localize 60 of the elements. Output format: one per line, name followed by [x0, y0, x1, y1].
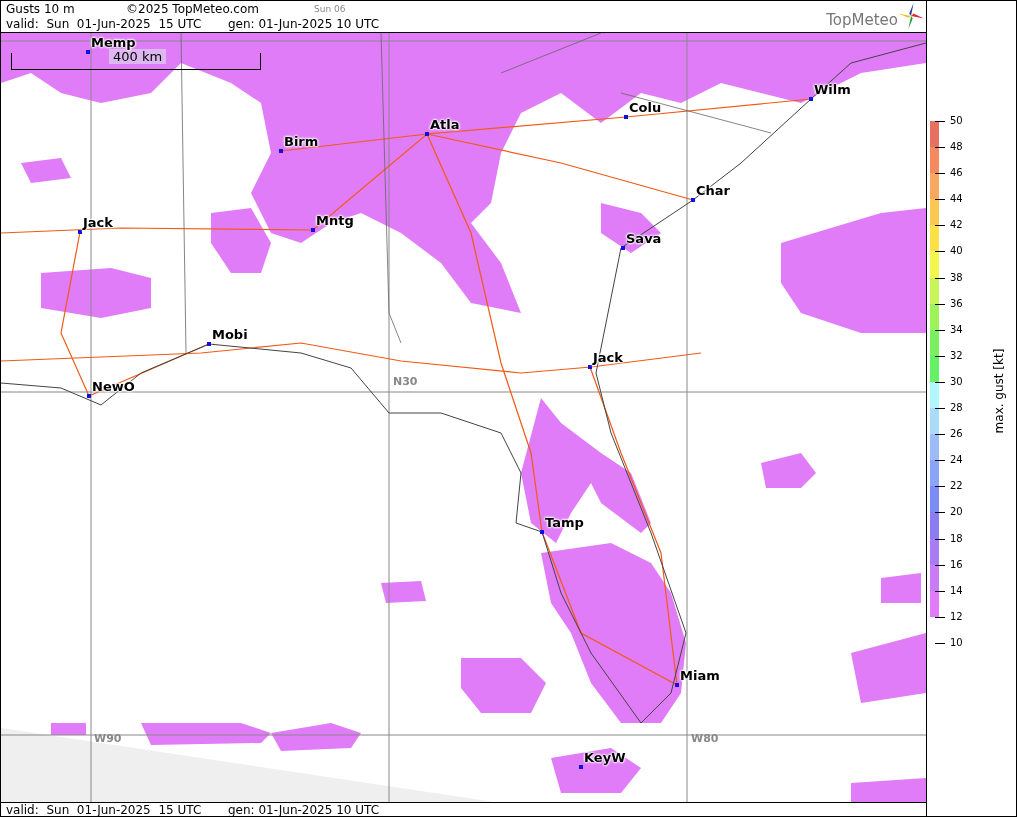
pinwheel-icon: [898, 3, 924, 29]
city-marker: [78, 229, 82, 234]
city-label: Char: [696, 182, 730, 198]
city-label: Birm: [284, 133, 319, 149]
city-marker: [621, 245, 625, 250]
scale-tick-label: 12: [950, 609, 963, 624]
city-label: Mobi: [212, 326, 248, 342]
city-marker: [311, 227, 315, 232]
city-label: Tamp: [545, 514, 584, 530]
generated-time: gen: 01-Jun-2025 10 UTC: [228, 802, 380, 816]
city-marker: [540, 529, 544, 534]
city-marker: [691, 197, 695, 202]
scale-tick-label: 10: [950, 635, 963, 650]
city-marker: [86, 49, 90, 54]
valid-time: valid: Sun 01-Jun-2025 15 UTC: [6, 802, 203, 816]
scale-tick-label: 34: [950, 322, 963, 337]
city-label: Jack: [83, 214, 113, 230]
scale-tick-label: 42: [950, 218, 963, 233]
scale-tick-label: 50: [950, 114, 963, 128]
city-label: Colu: [629, 99, 662, 115]
scale-tick-label: 28: [950, 401, 963, 416]
copyright-text: ©2025 TopMeteo.com: [126, 1, 260, 16]
city-label: Miam: [680, 667, 720, 683]
scale-tick-label: 32: [950, 348, 963, 363]
scale-tick-label: 22: [950, 479, 963, 494]
scale-tick-label: 16: [950, 557, 963, 572]
day-label: Sun 06: [314, 3, 346, 14]
city-marker: [87, 393, 91, 398]
scale-tick-label: 14: [950, 583, 963, 598]
city-label: Memp: [91, 34, 136, 50]
scale-tick-label: 18: [950, 531, 963, 546]
city-marker: [579, 764, 583, 769]
valid-time: valid: Sun 01-Jun-2025 15 UTC: [6, 16, 203, 31]
scale-tick-label: 20: [950, 505, 963, 520]
city-marker: [624, 114, 628, 119]
legend-title: max. gust [kt]: [992, 348, 1006, 434]
city-marker: [809, 96, 813, 101]
scale-tick-label: 30: [950, 374, 963, 389]
scale-tick-label: 26: [950, 427, 963, 442]
city-marker: [588, 364, 592, 369]
city-label: KeyW: [584, 749, 626, 765]
scale-tick-label: 40: [950, 244, 963, 259]
city-marker: [207, 341, 211, 346]
scale-tick-label: 44: [950, 192, 963, 207]
scale-tick-label: 24: [950, 453, 963, 468]
generated-time: gen: 01-Jun-2025 10 UTC: [228, 16, 380, 31]
city-marker: [425, 131, 429, 136]
grid-label: W80: [691, 731, 719, 745]
city-marker: [279, 148, 283, 153]
grid-label: N30: [393, 374, 418, 388]
map-title: Gusts 10 m: [6, 1, 76, 16]
logo-text: TopMeteo: [826, 11, 898, 29]
city-marker: [675, 682, 679, 687]
scale-tick-label: 48: [950, 140, 963, 155]
grid-label: W90: [94, 731, 122, 745]
city-label: Jack: [593, 349, 623, 365]
scale-tick-label: 38: [950, 270, 963, 285]
scale-tick-label: 36: [950, 296, 963, 311]
scale-tick-label: 46: [950, 166, 963, 181]
city-label: Atla: [430, 116, 460, 132]
